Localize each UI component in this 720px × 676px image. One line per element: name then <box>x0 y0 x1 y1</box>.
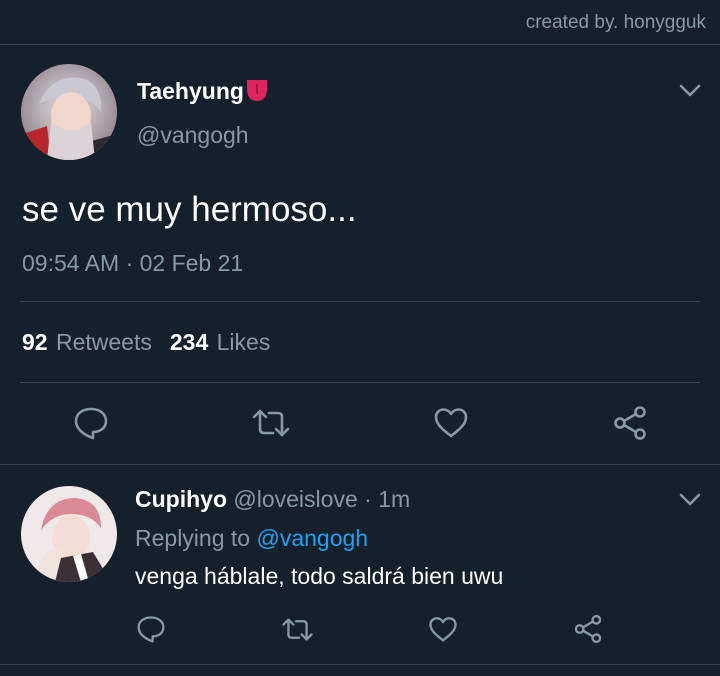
top-divider <box>0 44 720 45</box>
share-icon[interactable] <box>573 614 603 644</box>
reply-avatar[interactable] <box>21 486 117 582</box>
bottom-divider <box>0 664 720 665</box>
reply-icon[interactable] <box>136 615 166 643</box>
divider <box>20 301 700 302</box>
likes-stat[interactable]: 234 Likes <box>170 329 270 355</box>
replying-to: Replying to @vangogh <box>135 525 369 551</box>
tweet-text: se ve muy hermoso... <box>22 190 357 229</box>
reply-icon[interactable] <box>73 406 109 440</box>
like-icon[interactable] <box>428 616 458 643</box>
tweet-timestamp[interactable]: 09:54 AM · 02 Feb 21 <box>22 250 243 277</box>
chevron-down-icon[interactable] <box>679 84 701 98</box>
tweet-author-handle[interactable]: @vangogh <box>137 122 249 149</box>
tongue-emoji <box>246 78 268 108</box>
retweet-icon[interactable] <box>251 408 291 438</box>
credit-text: created by. honygguk <box>525 12 706 33</box>
tweet-author-name[interactable]: Taehyung <box>137 78 268 108</box>
divider <box>20 382 700 383</box>
mention-link[interactable]: @vangogh <box>256 525 368 551</box>
avatar[interactable] <box>21 64 117 160</box>
reply-text: venga háblale, todo saldrá bien uwu <box>135 563 504 589</box>
divider <box>0 464 720 465</box>
tweet-stats: 92 Retweets 234 Likes <box>22 329 270 356</box>
tweet-thread: created by. honygguk Taehyung @vangogh s… <box>0 0 720 676</box>
chevron-down-icon[interactable] <box>679 493 701 507</box>
share-icon[interactable] <box>612 405 648 441</box>
retweet-icon[interactable] <box>281 617 314 642</box>
retweets-stat[interactable]: 92 Retweets <box>22 329 152 355</box>
like-icon[interactable] <box>433 407 469 439</box>
reply-author-name[interactable]: Cupihyo <box>135 486 227 512</box>
reply-header: Cupihyo @loveislove · 1m <box>135 486 410 513</box>
reply-author-meta[interactable]: @loveislove · 1m <box>233 486 410 512</box>
